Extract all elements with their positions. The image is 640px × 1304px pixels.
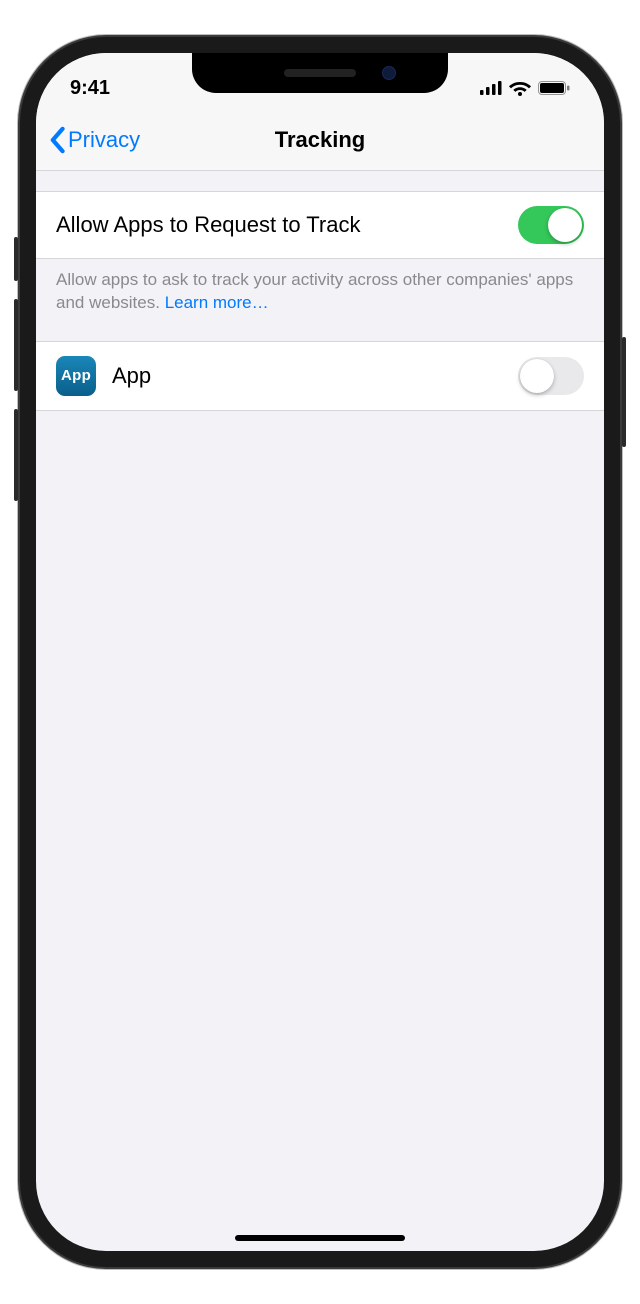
allow-tracking-cell: Allow Apps to Request to Track bbox=[36, 191, 604, 259]
allow-tracking-label: Allow Apps to Request to Track bbox=[56, 212, 361, 238]
wifi-icon bbox=[509, 80, 531, 96]
chevron-left-icon bbox=[48, 126, 66, 154]
status-indicators bbox=[480, 80, 570, 96]
cellular-icon bbox=[480, 81, 502, 95]
iphone-device-frame: 9:41 Privacy Tracking Allow Apps to Requ… bbox=[20, 37, 620, 1267]
home-indicator[interactable] bbox=[235, 1235, 405, 1241]
screen: 9:41 Privacy Tracking Allow Apps to Requ… bbox=[36, 53, 604, 1251]
battery-icon bbox=[538, 81, 570, 95]
notch bbox=[192, 53, 448, 93]
learn-more-link[interactable]: Learn more… bbox=[165, 293, 269, 312]
navigation-bar: Privacy Tracking bbox=[36, 109, 604, 171]
app-tracking-cell: App App bbox=[36, 341, 604, 411]
allow-tracking-footer: Allow apps to ask to track your activity… bbox=[36, 259, 604, 341]
app-name-label: App bbox=[112, 363, 151, 389]
back-label: Privacy bbox=[68, 127, 140, 153]
status-time: 9:41 bbox=[70, 77, 110, 100]
allow-tracking-footer-text: Allow apps to ask to track your activity… bbox=[56, 270, 573, 312]
settings-content: Allow Apps to Request to Track Allow app… bbox=[36, 171, 604, 411]
allow-tracking-toggle[interactable] bbox=[518, 206, 584, 244]
app-icon: App bbox=[56, 356, 96, 396]
back-button[interactable]: Privacy bbox=[48, 126, 140, 154]
app-tracking-toggle[interactable] bbox=[518, 357, 584, 395]
